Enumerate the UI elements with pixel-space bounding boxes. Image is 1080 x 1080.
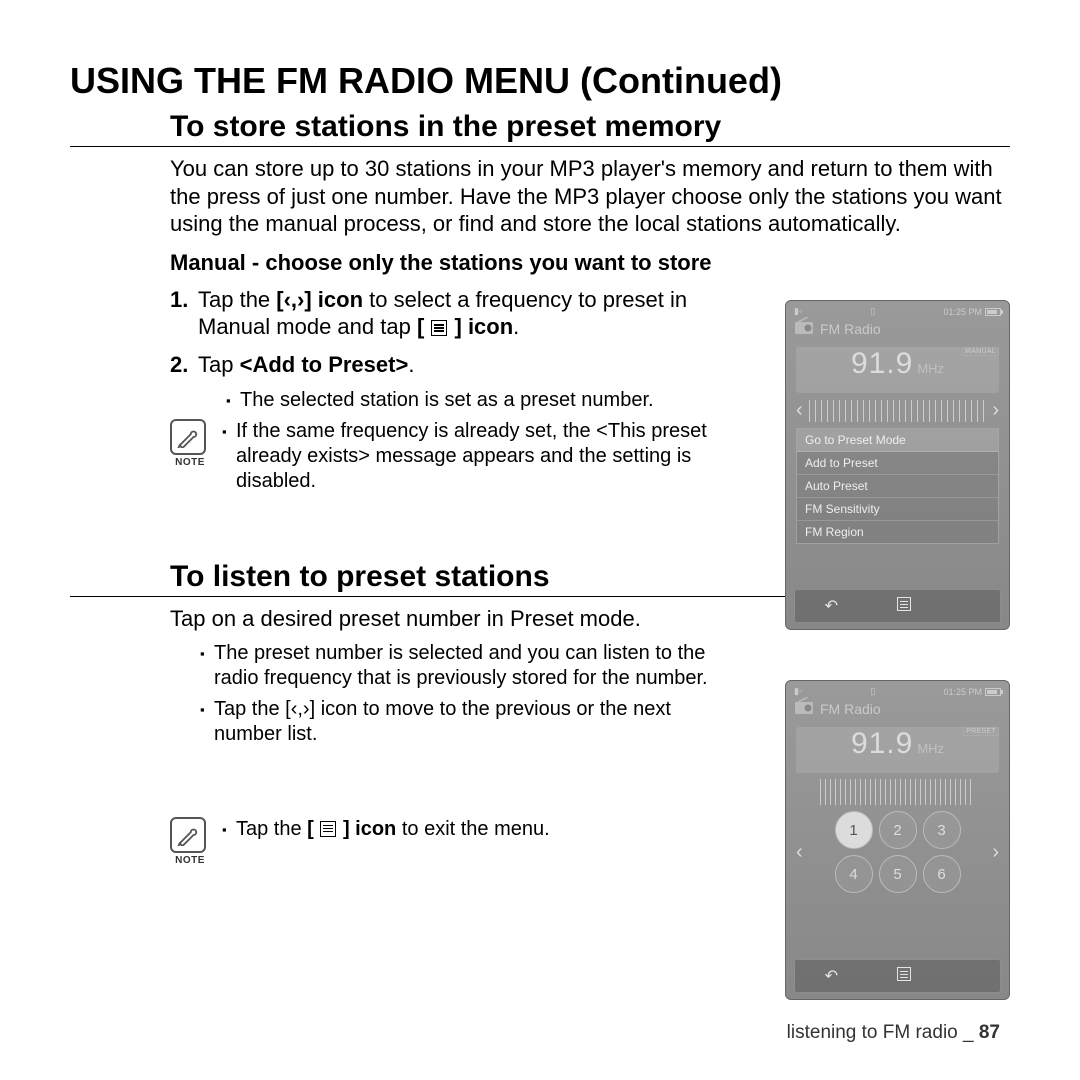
preset-3[interactable]: 3 xyxy=(923,811,961,849)
listen-bullet-1: The preset number is selected and you ca… xyxy=(200,641,730,691)
menu-goto-preset[interactable]: Go to Preset Mode xyxy=(797,429,998,452)
preset-1[interactable]: 1 xyxy=(835,811,873,849)
frequency-value: 91.9 xyxy=(851,727,913,761)
battery-icon xyxy=(985,688,1001,696)
preset-grid: 1 2 3 4 5 6 xyxy=(835,811,961,893)
step-1: 1. Tap the [‹,›] icon to select a freque… xyxy=(170,286,730,341)
status-time: 01:25 PM xyxy=(943,307,982,317)
note-label: NOTE xyxy=(170,457,210,470)
tune-left-icon[interactable]: ‹ xyxy=(796,399,803,422)
section-intro-store: You can store up to 30 stations in your … xyxy=(70,155,1010,238)
note-icon xyxy=(170,817,206,853)
note-exit-menu: Tap the [ ] icon to exit the menu. xyxy=(222,817,550,842)
tune-right-icon[interactable]: › xyxy=(992,399,999,422)
signal-icon: ▮◦ xyxy=(794,306,802,317)
menu-icon xyxy=(320,821,336,837)
step-1-text-e: . xyxy=(513,314,519,339)
frequency-value: 91.9 xyxy=(851,347,913,381)
device-title: FM Radio xyxy=(820,321,881,337)
menu-auto-preset[interactable]: Auto Preset xyxy=(797,475,998,498)
preset-next-icon[interactable]: › xyxy=(992,841,999,864)
tuner-scale xyxy=(820,779,975,805)
step-1-text-a: Tap the xyxy=(198,287,276,312)
step-2-number: 2. xyxy=(170,351,198,379)
context-menu: Go to Preset Mode Add to Preset Auto Pre… xyxy=(796,428,999,544)
preset-6[interactable]: 6 xyxy=(923,855,961,893)
preset-4[interactable]: 4 xyxy=(835,855,873,893)
step-2-text-c: . xyxy=(408,352,414,377)
device-title: FM Radio xyxy=(820,701,881,717)
page-footer: listening to FM radio _ 87 xyxy=(787,1022,1000,1044)
device-mockup-preset: ▮◦ ▯ 01:25 PM FM Radio PRESET 91.9 MHz ‹… xyxy=(785,680,1010,1000)
preset-2[interactable]: 2 xyxy=(879,811,917,849)
device-mockup-manual: ▮◦ ▯ 01:25 PM FM Radio MANUAL 91.9 MHz ‹… xyxy=(785,300,1010,630)
manual-subheading: Manual - choose only the stations you wa… xyxy=(70,250,1010,276)
step-2-text-a: Tap xyxy=(198,352,240,377)
frequency-unit: MHz xyxy=(917,361,944,376)
section-intro-listen: Tap on a desired preset number in Preset… xyxy=(170,605,730,633)
step-2-result: The selected station is set as a preset … xyxy=(226,388,730,413)
listen-bullet-2: Tap the [‹,›] icon to move to the previo… xyxy=(200,697,730,747)
page-title: USING THE FM RADIO MENU (Continued) xyxy=(70,60,1010,102)
mode-badge-manual: MANUAL xyxy=(962,347,999,356)
section-heading-store: To store stations in the preset memory xyxy=(70,110,1010,147)
status-time: 01:25 PM xyxy=(943,687,982,697)
menu-fm-sensitivity[interactable]: FM Sensitivity xyxy=(797,498,998,521)
back-icon[interactable]: ↶ xyxy=(825,966,838,986)
radio-icon xyxy=(794,317,816,338)
mode-badge-preset: PRESET xyxy=(963,727,999,736)
preset-prev-icon[interactable]: ‹ xyxy=(796,841,803,864)
arrow-icons-label: [‹,›] icon xyxy=(276,287,363,312)
note-icon xyxy=(170,419,206,455)
page-number: 87 xyxy=(979,1022,1000,1043)
menu-add-preset[interactable]: Add to Preset xyxy=(797,452,998,475)
step-2: 2. Tap <Add to Preset>. xyxy=(170,351,730,379)
preset-5[interactable]: 5 xyxy=(879,855,917,893)
menu-icon xyxy=(431,320,447,336)
signal-icon: ▮◦ xyxy=(794,686,802,697)
step-2-add-preset: <Add to Preset> xyxy=(240,352,409,377)
note-label: NOTE xyxy=(170,855,210,868)
menu-fm-region[interactable]: FM Region xyxy=(797,521,998,543)
note-same-frequency: If the same frequency is already set, th… xyxy=(222,419,730,494)
radio-icon xyxy=(794,697,816,718)
frequency-unit: MHz xyxy=(917,741,944,756)
step-1-number: 1. xyxy=(170,286,198,341)
menu-button-icon[interactable] xyxy=(897,967,911,986)
tuner-scale[interactable] xyxy=(809,400,987,422)
battery-icon xyxy=(985,308,1001,316)
